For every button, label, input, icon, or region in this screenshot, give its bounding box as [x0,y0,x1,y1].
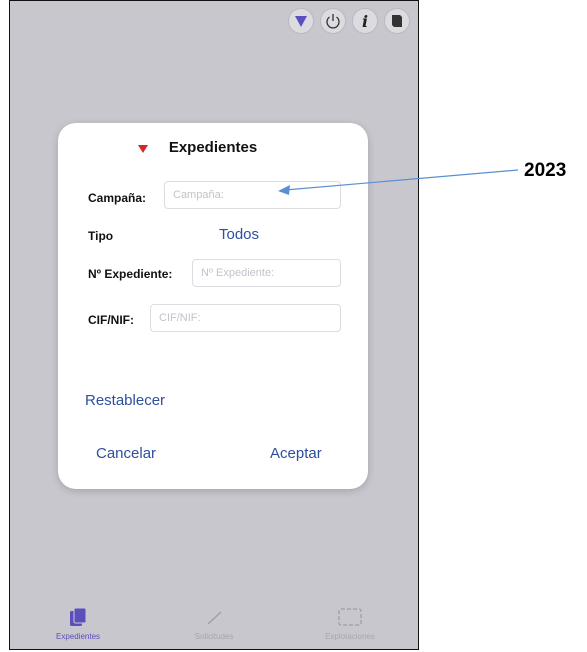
annotation-arrow [278,169,519,195]
annotation-text: 2023 [524,160,567,181]
